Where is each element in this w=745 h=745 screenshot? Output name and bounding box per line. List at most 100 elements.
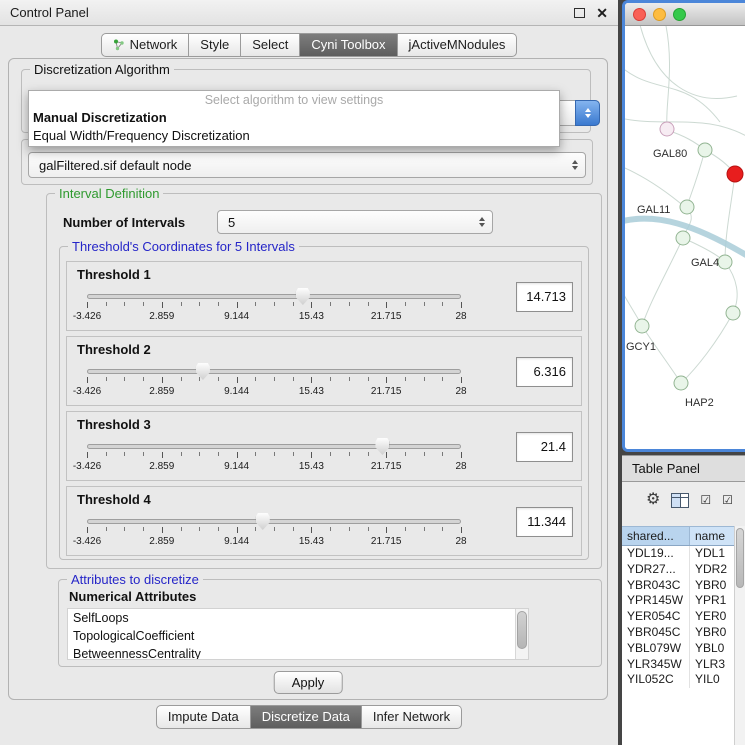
gear-icon[interactable]: ⚙ [646, 492, 660, 508]
table-cell: YLR3 [690, 657, 734, 673]
control-panel-window: Control Panel ✕ Network StyleSelectCyni T… [0, 0, 618, 745]
apply-button[interactable]: Apply [274, 671, 343, 694]
columns-icon[interactable] [671, 493, 689, 508]
list-scrollbar-thumb[interactable] [517, 611, 527, 649]
table-row[interactable]: YPR145WYPR1 [622, 593, 734, 609]
table-panel-title: Table Panel [632, 461, 700, 476]
table-cell: YPR145W [622, 593, 690, 609]
network-node[interactable] [718, 255, 732, 269]
dropdown-item-equal-width-frequency[interactable]: Equal Width/Frequency Discretization [29, 127, 559, 145]
table-panel-header: Table Panel [622, 455, 745, 482]
list-scrollbar[interactable] [515, 609, 528, 659]
threshold-slider[interactable]: -3.4262.8599.14415.4321.71528 [87, 511, 461, 553]
slider-axis-labels: -3.4262.8599.14415.4321.71528 [87, 386, 461, 398]
network-node-selected-red[interactable] [727, 166, 743, 182]
slider-track[interactable] [87, 369, 461, 374]
table-row[interactable]: YDL19...YDL1 [622, 546, 734, 562]
slider-track[interactable] [87, 444, 461, 449]
show-columns-check-icon[interactable]: ☑ [722, 494, 733, 506]
numerical-attributes-list[interactable]: SelfLoopsTopologicalCoefficientBetweenne… [67, 608, 529, 660]
network-node[interactable] [660, 122, 674, 136]
network-graph: GAL80 GAL11 GAL4 GCY1 HAP2 [625, 26, 745, 450]
list-item[interactable]: BetweennessCentrality [68, 645, 528, 660]
chevron-up-icon [585, 108, 591, 112]
float-window-icon[interactable] [574, 8, 585, 18]
close-traffic-light[interactable] [633, 8, 646, 21]
network-canvas[interactable]: GAL80 GAL11 GAL4 GCY1 HAP2 [625, 26, 745, 450]
window-title: Control Panel [10, 5, 89, 20]
table-data-combobox[interactable]: galFiltered.sif default node [28, 152, 586, 178]
list-item[interactable]: TopologicalCoefficient [68, 627, 528, 645]
node-label-gal80: GAL80 [653, 148, 687, 160]
network-node[interactable] [680, 200, 694, 214]
bottom-tab-label: Impute Data [168, 709, 239, 724]
top-tab-group: Network StyleSelectCyni ToolboxjActiveMNo… [101, 33, 518, 57]
table-toolbar: ⚙ ☑ ☑ [622, 482, 745, 518]
table-cell: YDL1 [690, 546, 734, 562]
table-row[interactable]: YLR345WYLR3 [622, 657, 734, 673]
bottom-tab-impute-data[interactable]: Impute Data [156, 705, 251, 729]
table-body: YDL19...YDL1YDR27...YDR2YBR043CYBR0YPR14… [622, 546, 734, 688]
bottom-tabbar: Impute Data Discretize Data Infer Network [0, 705, 618, 729]
chevron-down-icon [572, 166, 578, 170]
table-row[interactable]: YBL079WYBL0 [622, 641, 734, 657]
table-scrollbar[interactable] [734, 526, 745, 745]
zoom-traffic-light[interactable] [673, 8, 686, 21]
list-item[interactable]: SelfLoops [68, 609, 528, 627]
thresholds-group: Threshold's Coordinates for 5 Intervals … [59, 246, 589, 560]
discretization-algorithm-group: Discretization Algorithm Select algorith… [21, 69, 591, 133]
slider-track[interactable] [87, 294, 461, 299]
top-tabbar: Network StyleSelectCyni ToolboxjActiveMNo… [0, 33, 618, 57]
slider-ticks [87, 302, 461, 309]
number-of-intervals-combobox[interactable]: 5 [217, 210, 493, 234]
attribute-items: SelfLoopsTopologicalCoefficientBetweenne… [68, 609, 528, 660]
node-label-gcy1: GCY1 [626, 341, 656, 353]
column-header-shared-name[interactable]: shared... [622, 527, 690, 545]
table-row[interactable]: YBR043CYBR0 [622, 578, 734, 594]
chevron-down-icon [585, 114, 591, 118]
threshold-value-field[interactable]: 21.4 [516, 432, 573, 462]
network-node[interactable] [676, 231, 690, 245]
threshold-value-field[interactable]: 14.713 [516, 282, 573, 312]
network-node[interactable] [674, 376, 688, 390]
table-row[interactable]: YDR27...YDR2 [622, 562, 734, 578]
node-label-gal4: GAL4 [691, 257, 719, 269]
table-cell: YDR27... [622, 562, 690, 578]
combobox-spinner-icon [572, 160, 578, 170]
threshold-value-field[interactable]: 11.344 [516, 507, 573, 537]
network-node[interactable] [698, 143, 712, 157]
threshold-slider[interactable]: -3.4262.8599.14415.4321.71528 [87, 436, 461, 478]
bottom-tab-discretize-data[interactable]: Discretize Data [251, 705, 362, 729]
bottom-tab-label: Discretize Data [262, 709, 350, 724]
network-node[interactable] [726, 306, 740, 320]
table-panel-window: ⚙ ☑ ☑ shared... name YDL19...YDL1YDR27..… [622, 482, 745, 745]
threshold-value-field[interactable]: 6.316 [516, 357, 573, 387]
select-all-check-icon[interactable]: ☑ [700, 494, 711, 506]
close-icon[interactable]: ✕ [596, 6, 608, 20]
table-row[interactable]: YIL052CYIL0 [622, 672, 734, 688]
slider-ticks [87, 377, 461, 384]
bottom-tab-group: Impute Data Discretize Data Infer Network [156, 705, 462, 729]
tab-select[interactable]: Select [241, 33, 300, 57]
minimize-traffic-light[interactable] [653, 8, 666, 21]
node-label-hap2: HAP2 [685, 397, 714, 409]
column-header-name[interactable]: name [690, 527, 734, 545]
tab-label: Network [130, 37, 178, 52]
tab-style[interactable]: Style [189, 33, 241, 57]
threshold-slider[interactable]: -3.4262.8599.14415.4321.71528 [87, 361, 461, 403]
table-row[interactable]: YBR045CYBR0 [622, 625, 734, 641]
tab-jactivemnodules[interactable]: jActiveMNodules [398, 33, 518, 57]
network-node[interactable] [635, 319, 649, 333]
table-cell: YDR2 [690, 562, 734, 578]
node-attribute-table: shared... name YDL19...YDL1YDR27...YDR2Y… [622, 526, 734, 745]
threshold-box: Threshold 4 -3.4262.8599.14415.4321.7152… [66, 486, 582, 556]
combobox-arrows-pill[interactable] [575, 100, 600, 126]
tab-network[interactable]: Network [101, 33, 190, 57]
bottom-tab-infer-network[interactable]: Infer Network [362, 705, 462, 729]
threshold-slider[interactable]: -3.4262.8599.14415.4321.71528 [87, 286, 461, 328]
table-scrollbar-thumb[interactable] [736, 528, 744, 588]
slider-track[interactable] [87, 519, 461, 524]
tab-cyni-toolbox[interactable]: Cyni Toolbox [300, 33, 397, 57]
table-row[interactable]: YER054CYER0 [622, 609, 734, 625]
dropdown-item-manual-discretization[interactable]: Manual Discretization [29, 109, 559, 127]
